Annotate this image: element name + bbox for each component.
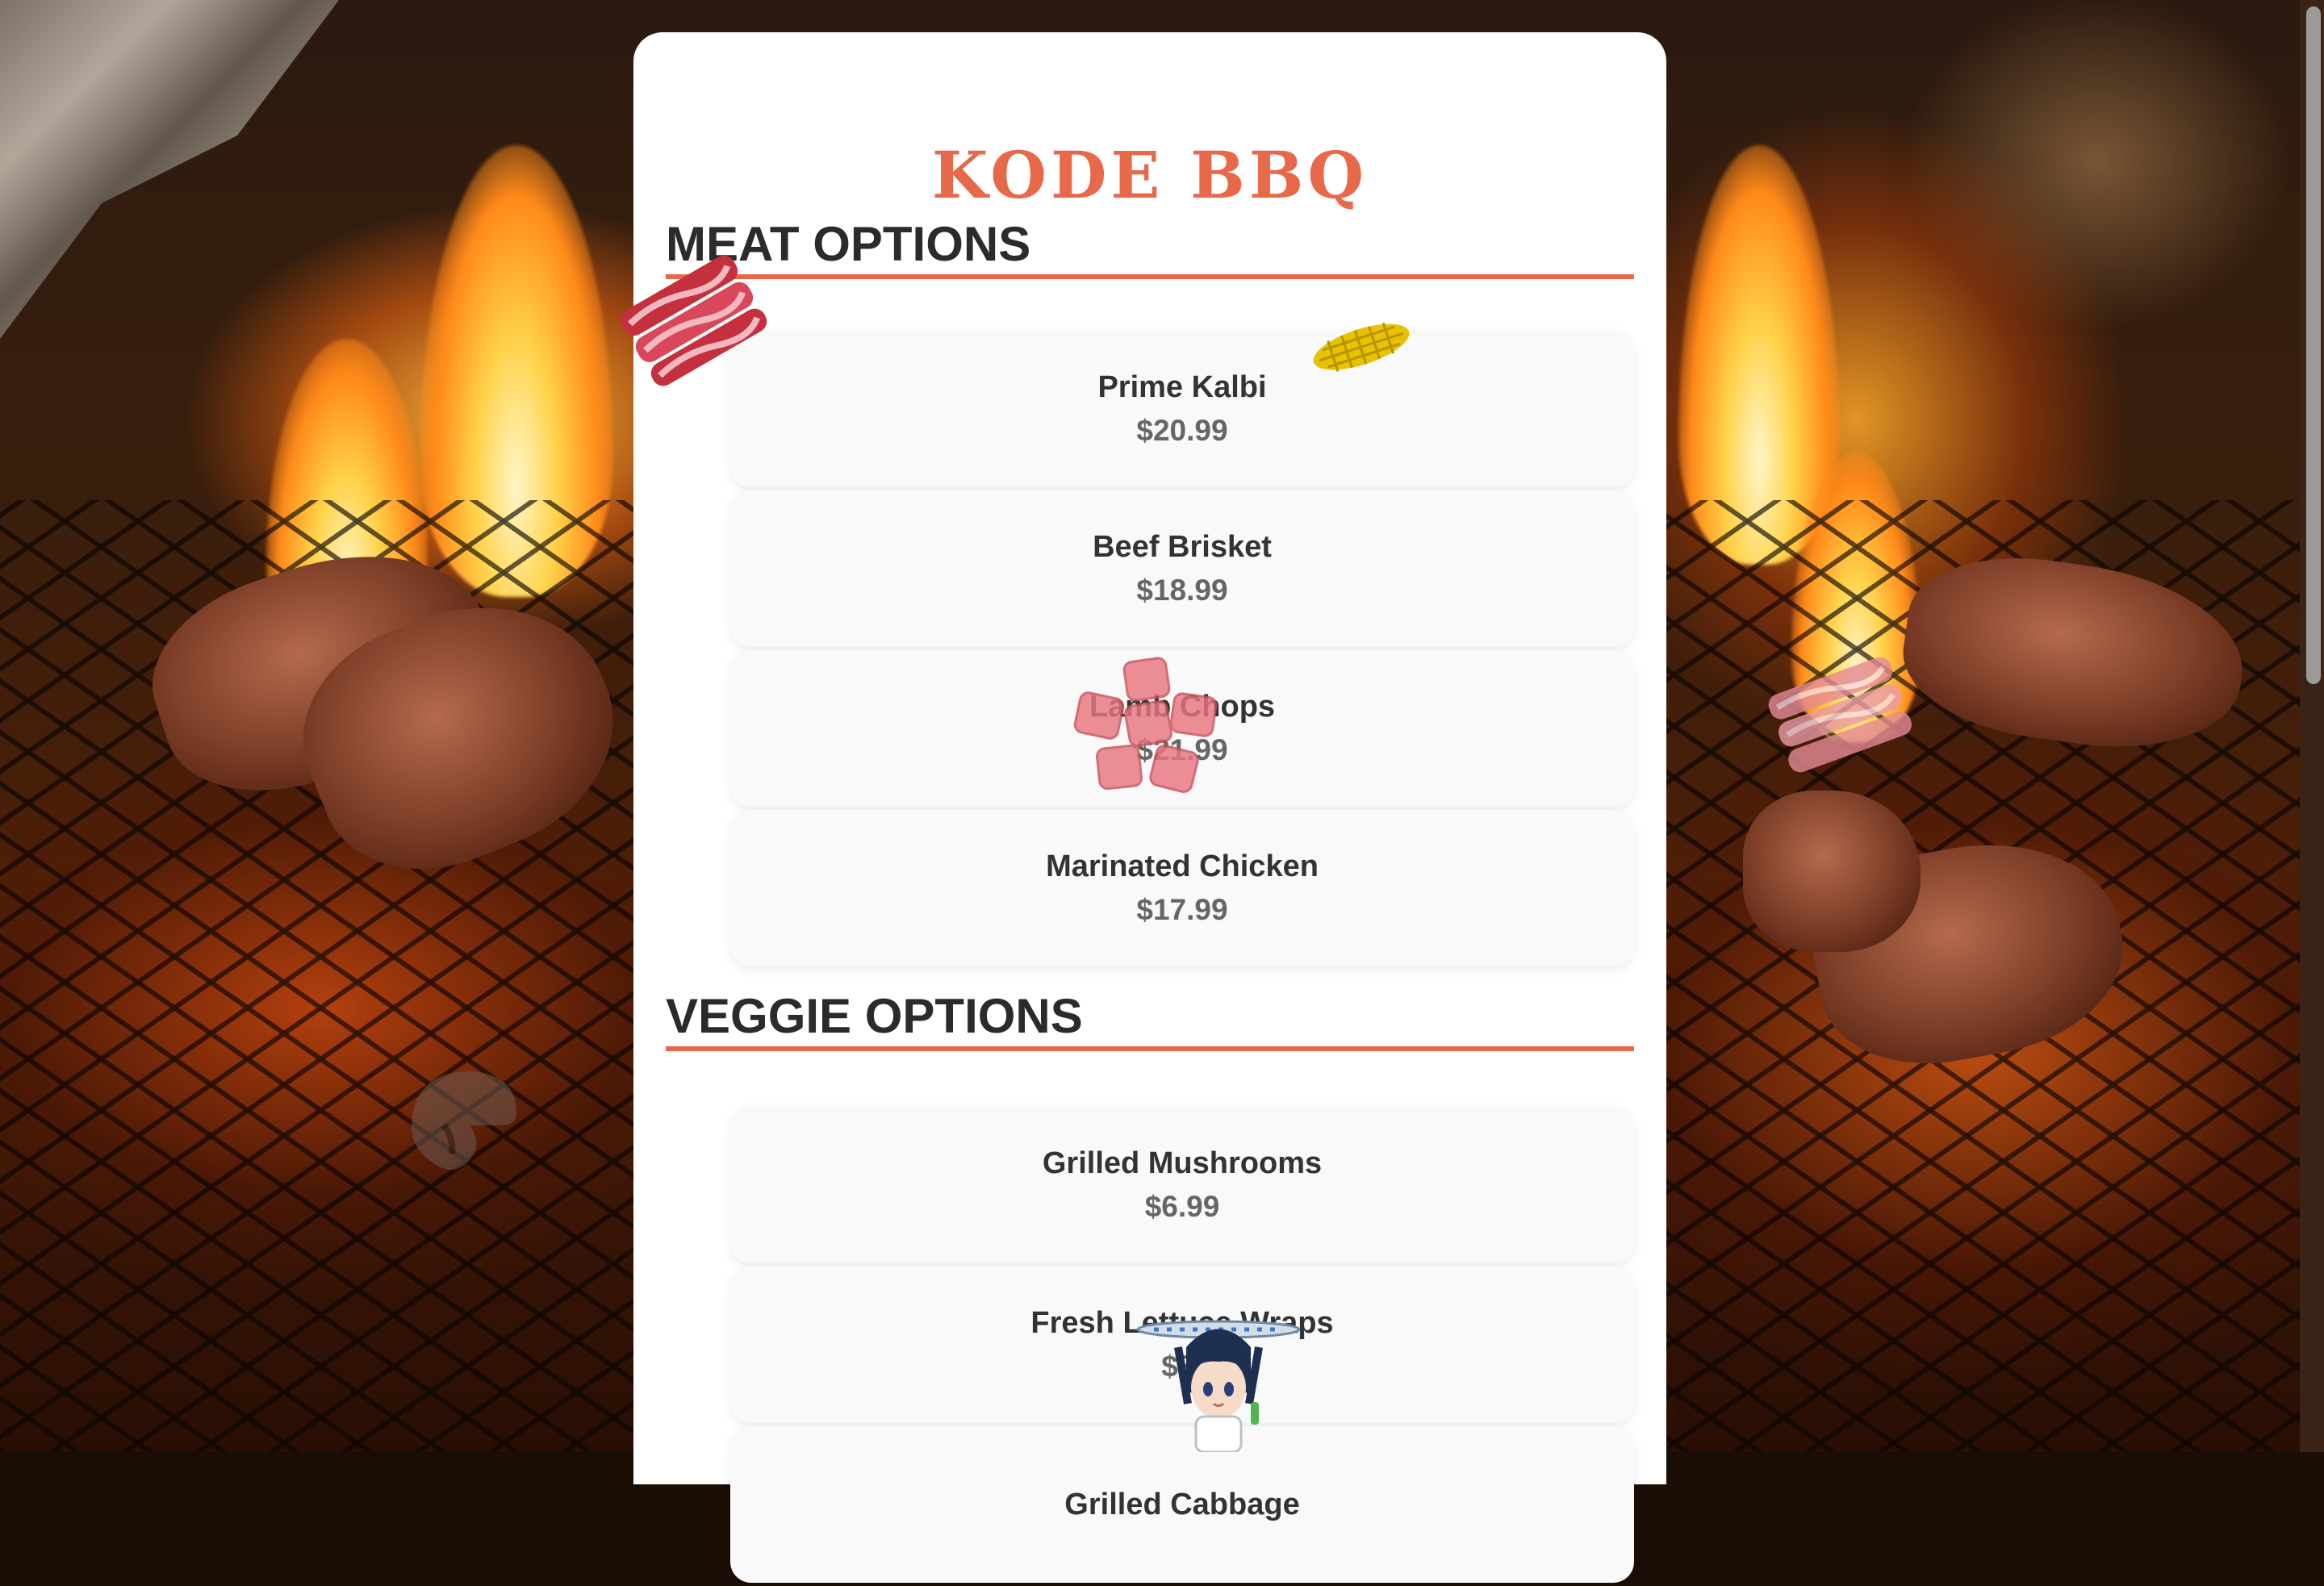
menu-item[interactable]: Beef Brisket $18.99 bbox=[730, 490, 1634, 647]
page-title: KODE BBQ bbox=[931, 137, 1369, 213]
corn-icon bbox=[1313, 322, 1410, 372]
meat-cubes-icon bbox=[1073, 657, 1218, 793]
grilled-meat-decoration bbox=[1743, 791, 1921, 952]
meat-options-list: Prime Kalbi $20.99 Beef Brisket $18.99 L… bbox=[730, 331, 1634, 970]
bacon-icon bbox=[620, 255, 767, 386]
section-heading-veggie: VEGGIE OPTIONS bbox=[666, 991, 1634, 1051]
menu-item-price: $6.99 bbox=[1144, 1190, 1220, 1223]
menu-item-name: Prime Kalbi bbox=[1097, 370, 1267, 404]
menu-item-price: $17.99 bbox=[1136, 893, 1228, 926]
menu-item[interactable]: Marinated Chicken $17.99 bbox=[730, 810, 1634, 966]
menu-item[interactable]: Grilled Mushrooms $6.99 bbox=[730, 1107, 1634, 1263]
menu-item-price: $18.99 bbox=[1136, 574, 1228, 607]
menu-item-name: Grilled Mushrooms bbox=[1042, 1146, 1323, 1180]
chef-character-icon bbox=[1136, 1320, 1301, 1452]
menu-item-name: Grilled Cabbage bbox=[1064, 1488, 1300, 1521]
menu-item-price: $20.99 bbox=[1136, 414, 1228, 447]
menu-item-name: Beef Brisket bbox=[1093, 530, 1272, 564]
foil-decoration bbox=[0, 0, 339, 339]
scrollbar-thumb[interactable] bbox=[2306, 6, 2321, 684]
bacon-icon bbox=[1768, 657, 1912, 773]
menu-item[interactable]: Prime Kalbi $20.99 bbox=[730, 331, 1634, 487]
menu-item-name: Marinated Chicken bbox=[1046, 849, 1319, 883]
mushroom-icon bbox=[412, 1071, 516, 1170]
page-scrollbar[interactable] bbox=[2300, 0, 2324, 1452]
section-heading-meat: MEAT OPTIONS bbox=[666, 219, 1634, 279]
